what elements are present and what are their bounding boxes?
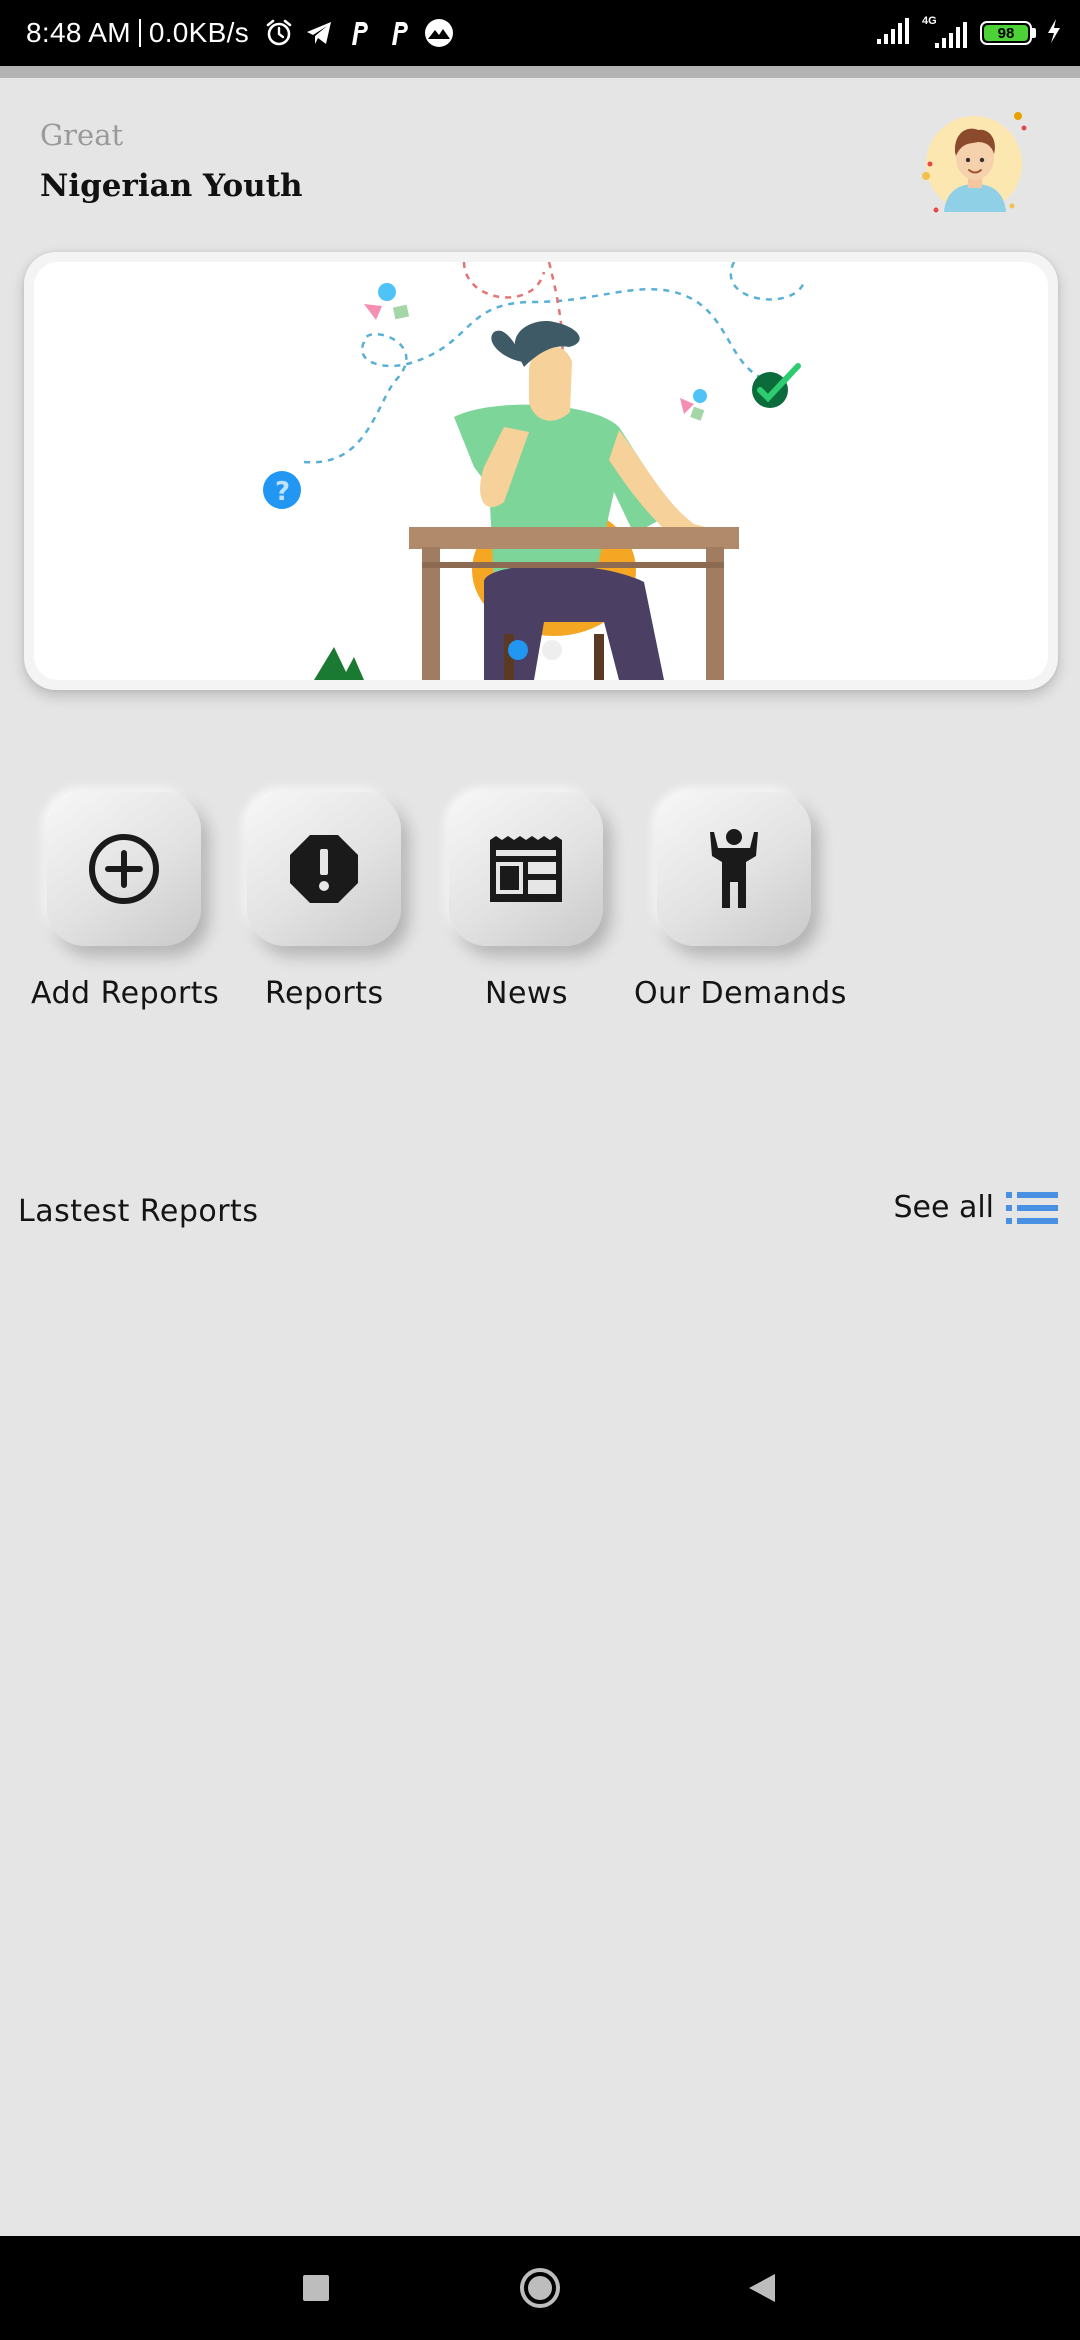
list-icon — [1006, 1191, 1058, 1224]
carousel-dot[interactable] — [542, 640, 562, 660]
see-all-link[interactable]: See all — [893, 1190, 1058, 1225]
app-bar-strip — [0, 66, 1080, 78]
signal-4g-icon: 4G — [922, 15, 968, 49]
our-demands-label: Our Demands — [634, 976, 847, 1011]
status-bar: 8:48 AM 0.0KB/s 4G 98 — [0, 0, 1080, 66]
report-octagon-icon — [290, 835, 358, 903]
news-label: News — [485, 976, 569, 1011]
mountain-app-icon — [423, 17, 455, 49]
telegram-icon — [303, 17, 335, 49]
p-app-icon — [343, 17, 375, 49]
back-button[interactable] — [722, 2236, 802, 2340]
net-speed: 0.0KB/s — [148, 17, 249, 48]
greeting-text: Great — [40, 118, 124, 152]
status-separator — [138, 19, 141, 47]
battery-tip — [1032, 28, 1036, 38]
svg-text:?: ? — [275, 477, 290, 507]
add-circle-icon — [89, 834, 159, 904]
battery-icon: 98 — [980, 21, 1036, 45]
add-reports-label: Add Reports — [31, 976, 220, 1011]
status-time: 8:48 AM — [26, 17, 131, 48]
see-all-label: See all — [893, 1190, 994, 1225]
charging-icon — [1046, 18, 1062, 48]
status-right: 4G 98 — [876, 0, 1062, 66]
reports-label: Reports — [265, 976, 384, 1011]
recent-apps-button[interactable] — [276, 2236, 356, 2340]
status-left: 8:48 AM 0.0KB/s — [26, 0, 455, 66]
home-circle-icon — [520, 2268, 560, 2308]
square-icon — [303, 2275, 329, 2301]
person-raised-hand-icon — [710, 829, 758, 908]
our-demands-button[interactable] — [657, 792, 811, 946]
carousel-indicator — [508, 640, 576, 660]
latest-reports-list — [0, 1260, 1080, 2220]
carousel-dot-active[interactable] — [508, 640, 528, 660]
banner-carousel[interactable]: ? — [24, 252, 1058, 690]
add-reports-button[interactable] — [47, 792, 201, 946]
system-nav-bar — [0, 2236, 1080, 2340]
signal-icon — [876, 17, 910, 49]
latest-reports-title: Lastest Reports — [18, 1194, 259, 1229]
newspaper-icon — [490, 836, 562, 902]
back-triangle-icon — [749, 2274, 775, 2302]
user-avatar[interactable] — [920, 108, 1030, 218]
p-app-icon — [383, 17, 415, 49]
alarm-icon — [263, 17, 295, 49]
home-button[interactable] — [500, 2236, 580, 2340]
news-button[interactable] — [449, 792, 603, 946]
banner-slide[interactable]: ? — [34, 262, 1048, 680]
person-thinking-illustration: ? — [263, 262, 806, 680]
reports-button[interactable] — [247, 792, 401, 946]
battery-body: 98 — [980, 21, 1032, 45]
user-name: Nigerian Youth — [40, 168, 303, 204]
battery-level: 98 — [984, 25, 1028, 42]
